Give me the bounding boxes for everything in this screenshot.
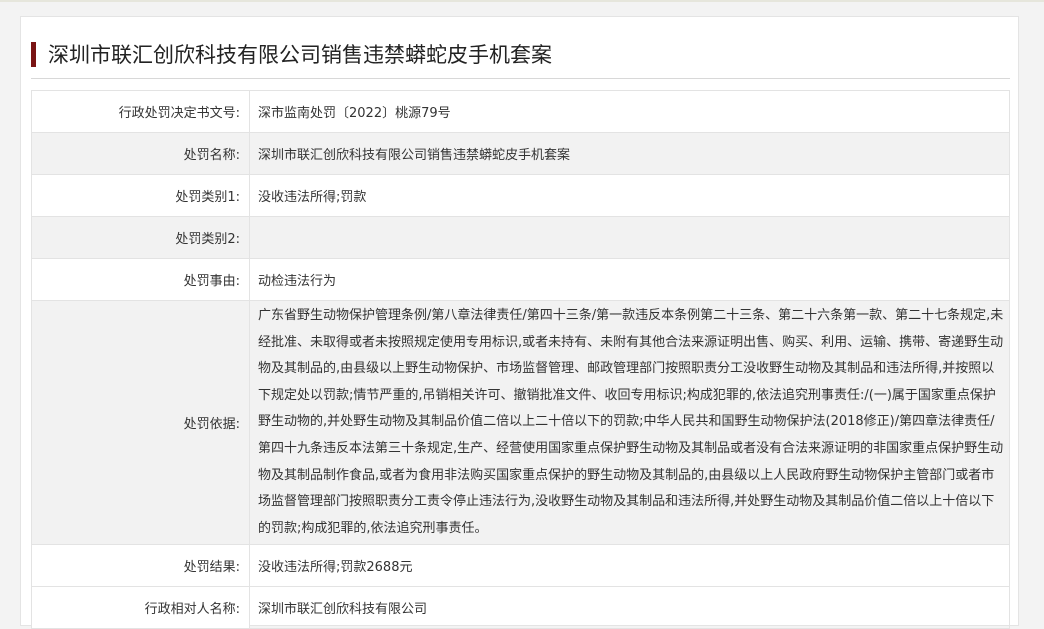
- value-penalty-name: 深圳市联汇创欣科技有限公司销售违禁蟒蛇皮手机套案: [249, 132, 1010, 175]
- row-penalty-result: 处罚结果: 没收违法所得;罚款2688元: [31, 544, 1010, 588]
- label-penalty-name: 处罚名称:: [31, 132, 250, 175]
- value-penalty-result: 没收违法所得;罚款2688元: [249, 544, 1010, 588]
- value-penalty-basis: 广东省野生动物保护管理条例/第八章法律责任/第四十三条/第一款违反本条例第二十三…: [249, 299, 1010, 546]
- row-penalty-basis: 处罚依据: 广东省野生动物保护管理条例/第八章法律责任/第四十三条/第一款违反本…: [31, 299, 1010, 546]
- label-counterparty-name: 行政相对人名称:: [31, 586, 250, 629]
- label-penalty-category-2: 处罚类别2:: [31, 216, 250, 259]
- value-decision-number: 深市监南处罚〔2022〕桃源79号: [249, 90, 1010, 133]
- row-penalty-category-1: 处罚类别1: 没收违法所得;罚款: [31, 174, 1010, 217]
- label-penalty-basis: 处罚依据:: [31, 299, 250, 546]
- value-penalty-category-1: 没收违法所得;罚款: [249, 174, 1010, 217]
- value-counterparty-name: 深圳市联汇创欣科技有限公司: [249, 586, 1010, 629]
- top-border-line: [0, 0, 1044, 2]
- content-card: 深圳市联汇创欣科技有限公司销售违禁蟒蛇皮手机套案 行政处罚决定书文号: 深市监南…: [20, 16, 1019, 629]
- label-decision-number: 行政处罚决定书文号:: [31, 90, 250, 133]
- value-penalty-category-2: [249, 216, 1010, 259]
- row-penalty-name: 处罚名称: 深圳市联汇创欣科技有限公司销售违禁蟒蛇皮手机套案: [31, 132, 1010, 175]
- title-divider: [31, 78, 1010, 79]
- value-penalty-reason: 动检违法行为: [249, 258, 1010, 301]
- label-penalty-result: 处罚结果:: [31, 544, 250, 588]
- row-decision-number: 行政处罚决定书文号: 深市监南处罚〔2022〕桃源79号: [31, 90, 1010, 133]
- row-penalty-reason: 处罚事由: 动检违法行为: [31, 258, 1010, 301]
- label-penalty-reason: 处罚事由:: [31, 258, 250, 301]
- label-penalty-category-1: 处罚类别1:: [31, 174, 250, 217]
- page-title: 深圳市联汇创欣科技有限公司销售违禁蟒蛇皮手机套案: [48, 43, 552, 67]
- row-penalty-category-2: 处罚类别2:: [31, 216, 1010, 259]
- title-accent-bar: [31, 41, 36, 67]
- penalty-info-table: 行政处罚决定书文号: 深市监南处罚〔2022〕桃源79号 处罚名称: 深圳市联汇…: [31, 90, 1010, 629]
- row-counterparty-name: 行政相对人名称: 深圳市联汇创欣科技有限公司: [31, 586, 1010, 629]
- title-bar: 深圳市联汇创欣科技有限公司销售违禁蟒蛇皮手机套案: [31, 41, 552, 67]
